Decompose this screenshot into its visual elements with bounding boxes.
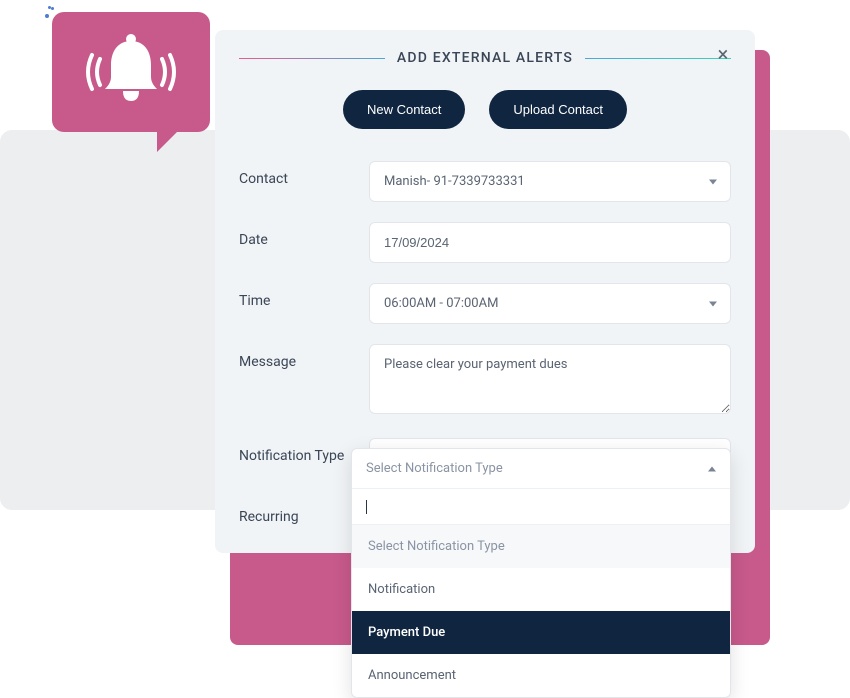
chevron-up-icon xyxy=(708,466,716,471)
dropdown-search-input[interactable] xyxy=(352,489,730,525)
text-cursor-icon xyxy=(366,500,367,514)
background-card-left xyxy=(0,130,240,510)
time-select[interactable]: 06:00AM - 07:00AM xyxy=(369,283,731,324)
speech-bubble-tail xyxy=(157,126,183,152)
action-button-row: New Contact Upload Contact xyxy=(239,90,731,129)
notification-type-label: Notification Type xyxy=(239,438,369,464)
modal-header: ADD EXTERNAL ALERTS × xyxy=(239,50,731,66)
contact-row: Contact Manish- 91-7339733331 xyxy=(239,161,731,202)
notification-type-dropdown: Select Notification Type Select Notifica… xyxy=(351,448,731,698)
dropdown-option-placeholder[interactable]: Select Notification Type xyxy=(352,525,730,568)
modal-title: ADD EXTERNAL ALERTS xyxy=(385,50,585,66)
chevron-down-icon xyxy=(709,301,717,306)
new-contact-button[interactable]: New Contact xyxy=(343,90,465,129)
contact-select[interactable]: Manish- 91-7339733331 xyxy=(369,161,731,202)
dropdown-header-text: Select Notification Type xyxy=(366,461,503,476)
contact-label: Contact xyxy=(239,161,369,187)
date-row: Date xyxy=(239,222,731,263)
message-textarea[interactable] xyxy=(369,344,731,414)
date-input[interactable] xyxy=(369,222,731,263)
upload-contact-button[interactable]: Upload Contact xyxy=(489,90,627,129)
message-row: Message xyxy=(239,344,731,418)
contact-value: Manish- 91-7339733331 xyxy=(384,174,525,189)
chevron-down-icon xyxy=(709,179,717,184)
dropdown-option-payment-due[interactable]: Payment Due xyxy=(352,611,730,654)
title-divider-right xyxy=(585,58,731,59)
dropdown-header: Select Notification Type xyxy=(352,449,730,489)
close-icon[interactable]: × xyxy=(711,42,735,66)
bell-icon xyxy=(76,27,186,117)
message-label: Message xyxy=(239,344,369,370)
date-label: Date xyxy=(239,222,369,248)
recurring-label: Recurring xyxy=(239,499,369,525)
time-label: Time xyxy=(239,283,369,309)
bell-notification-bubble xyxy=(52,12,210,132)
time-value: 06:00AM - 07:00AM xyxy=(384,296,498,311)
time-row: Time 06:00AM - 07:00AM xyxy=(239,283,731,324)
title-divider-left xyxy=(239,58,385,59)
dropdown-option-announcement[interactable]: Announcement xyxy=(352,654,730,697)
dropdown-option-notification[interactable]: Notification xyxy=(352,568,730,611)
